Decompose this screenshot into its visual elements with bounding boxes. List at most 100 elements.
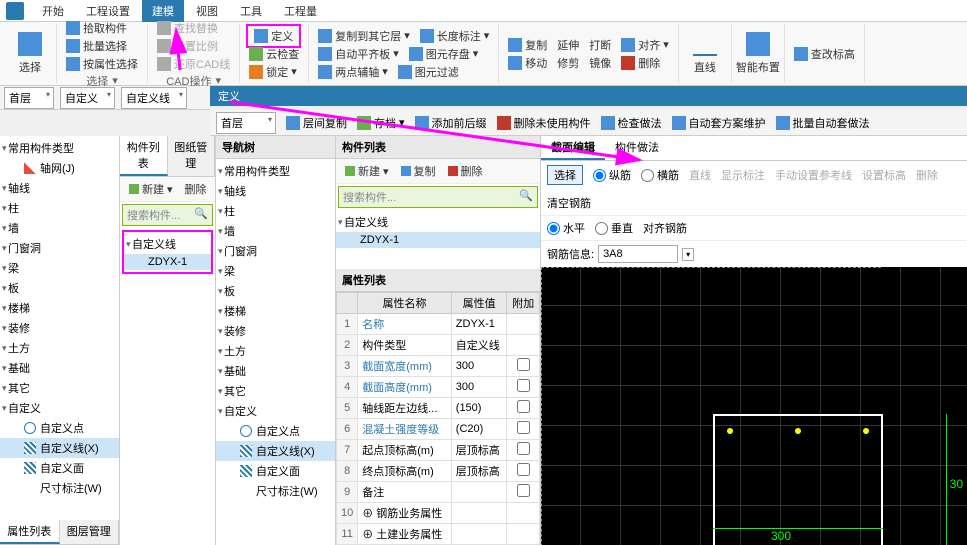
tab-layer-mgmt[interactable]: 图层管理 xyxy=(60,520,120,544)
property-row[interactable]: 7起点顶标高(m)层顶标高 xyxy=(337,440,540,461)
batch-select-button[interactable]: 批量选择 xyxy=(63,37,130,55)
def-floor-dropdown[interactable]: 首层 xyxy=(216,112,276,134)
tree-item[interactable]: ▾梁 xyxy=(0,258,119,278)
tree-header[interactable]: ▾常用构件类型 xyxy=(0,138,119,158)
search-input-small[interactable]: 搜索构件...🔍 xyxy=(122,204,213,226)
lock-button[interactable]: 锁定 ▾ xyxy=(246,63,300,81)
link-set-elev[interactable]: 设置标高 xyxy=(862,167,906,183)
radio-transverse[interactable]: 横筋 xyxy=(641,167,679,183)
property-row[interactable]: 11⊕ 土建业务属性 xyxy=(337,524,540,545)
link-clear-rebar[interactable]: 清空钢筋 xyxy=(547,195,591,211)
new-button[interactable]: 新建 ▾ xyxy=(126,180,176,198)
pick-component-button[interactable]: 拾取构件 xyxy=(63,19,130,37)
trim-button[interactable]: 修剪 xyxy=(554,54,582,72)
del-unused-button[interactable]: 删除未使用构件 xyxy=(497,115,591,131)
tree-item[interactable]: 轴网(J) xyxy=(0,158,119,178)
tree-item[interactable]: 自定义点 xyxy=(0,418,119,438)
restore-cad-button[interactable]: 还原CAD线 xyxy=(154,55,233,73)
property-row[interactable]: 10⊕ 钢筋业务属性 xyxy=(337,503,540,524)
tree-item[interactable]: ▾装修 xyxy=(0,318,119,338)
right-select-button[interactable]: 选择 xyxy=(547,165,583,185)
tree-item[interactable]: 自定义面 xyxy=(0,458,119,478)
mirror-button[interactable]: 镜像 xyxy=(586,54,614,72)
tree-item[interactable]: ▾常用构件类型 xyxy=(216,161,335,181)
tree-item[interactable]: 自定义线(X) xyxy=(0,438,119,458)
complist-copy-button[interactable]: 复制 xyxy=(398,162,439,180)
category-dropdown[interactable]: 自定义 xyxy=(60,87,115,109)
tree-item[interactable]: ▾土方 xyxy=(0,338,119,358)
batch-auto-button[interactable]: 批量自动套做法 xyxy=(776,115,870,131)
break-button[interactable]: 打断 xyxy=(586,36,614,54)
tree-item[interactable]: ▾板 xyxy=(0,278,119,298)
tree-item[interactable]: ▾楼梯 xyxy=(0,298,119,318)
complist-group[interactable]: ▾自定义线 xyxy=(336,212,540,232)
property-row[interactable]: 9备注 xyxy=(337,482,540,503)
radio-longitudinal[interactable]: 纵筋 xyxy=(593,167,631,183)
tab-tools[interactable]: 工具 xyxy=(230,0,272,22)
subtype-dropdown[interactable]: 自定义线 xyxy=(121,87,187,109)
tree-item[interactable]: ▾自定义 xyxy=(216,401,335,421)
tree-item[interactable]: ▾土方 xyxy=(216,341,335,361)
property-row[interactable]: 6混凝土强度等级(C20) xyxy=(337,419,540,440)
tree-item[interactable]: ▾墙 xyxy=(216,221,335,241)
auto-plan-button[interactable]: 自动套方案维护 xyxy=(672,115,766,131)
check-elevation-button[interactable]: 查改标高 xyxy=(791,45,858,63)
property-row[interactable]: 4截面高度(mm)300 xyxy=(337,377,540,398)
link-manual-ref[interactable]: 手动设置参考线 xyxy=(775,167,852,183)
tab-section-edit[interactable]: 截面编辑 xyxy=(541,136,605,160)
tree-item[interactable]: ▾梁 xyxy=(216,261,335,281)
tree-item[interactable]: ▾轴线 xyxy=(0,178,119,198)
tree-item[interactable]: ▾其它 xyxy=(0,378,119,398)
tree-item[interactable]: 自定义线(X) xyxy=(216,441,335,461)
tab-component-method[interactable]: 构件做法 xyxy=(605,136,669,160)
rebar-info-input[interactable] xyxy=(598,245,678,263)
tab-prop-list[interactable]: 属性列表 xyxy=(0,520,60,544)
property-row[interactable]: 3截面宽度(mm)300 xyxy=(337,356,540,377)
del-button[interactable]: 删除 xyxy=(182,180,210,198)
tree-item[interactable]: ▾柱 xyxy=(0,198,119,218)
tree-item[interactable]: ▾基础 xyxy=(0,358,119,378)
tree-item[interactable]: 尺寸标注(W) xyxy=(216,481,335,501)
copy-other-layer-button[interactable]: 复制到其它层 ▾ xyxy=(315,27,413,45)
complist-item-zdyx1[interactable]: ZDYX-1 xyxy=(336,232,540,248)
copy-button[interactable]: 复制 xyxy=(505,36,550,54)
elem-filter-button[interactable]: 图元过滤 xyxy=(395,63,462,81)
rebar-dropdown-icon[interactable]: ▾ xyxy=(682,248,694,261)
floor-dropdown[interactable]: 首层 xyxy=(4,87,54,109)
select-button[interactable]: 选择 xyxy=(10,31,50,76)
radio-vertical[interactable]: 垂直 xyxy=(595,220,633,236)
property-row[interactable]: 1名称ZDYX-1 xyxy=(337,314,540,335)
smart-layout-button[interactable]: 智能布置 xyxy=(738,31,778,76)
tab-quantity[interactable]: 工程量 xyxy=(274,0,327,22)
tree-item[interactable]: ▾自定义 xyxy=(0,398,119,418)
elem-save-button[interactable]: 图元存盘 ▾ xyxy=(406,45,482,63)
property-row[interactable]: 5轴线距左边线...(150) xyxy=(337,398,540,419)
two-point-aux-button[interactable]: 两点辅轴 ▾ xyxy=(315,63,391,81)
move-button[interactable]: 移动 xyxy=(505,54,550,72)
radio-horizontal[interactable]: 水平 xyxy=(547,220,585,236)
delete-button[interactable]: 删除 xyxy=(618,54,663,72)
attr-select-button[interactable]: 按属性选择 xyxy=(63,55,141,73)
extend-button[interactable]: 延伸 xyxy=(554,36,582,54)
link-line[interactable]: 直线 xyxy=(689,167,711,183)
complist-new-button[interactable]: 新建 ▾ xyxy=(342,162,392,180)
tree-item[interactable]: ▾基础 xyxy=(216,361,335,381)
group-custom-line[interactable]: ▾自定义线 xyxy=(124,234,211,254)
line-button[interactable]: 直线 xyxy=(685,31,725,76)
set-scale-button[interactable]: 设置比例 xyxy=(154,37,221,55)
tree-item[interactable]: ▾门窗洞 xyxy=(216,241,335,261)
link-show-dim[interactable]: 显示标注 xyxy=(721,167,765,183)
find-replace-button[interactable]: 查找替换 xyxy=(154,19,221,37)
align-rebar-button[interactable]: 对齐钢筋 xyxy=(643,220,687,236)
tree-item[interactable]: ▾轴线 xyxy=(216,181,335,201)
tree-item[interactable]: ▾柱 xyxy=(216,201,335,221)
link-delete[interactable]: 删除 xyxy=(916,167,938,183)
property-row[interactable]: 8终点顶标高(m)层顶标高 xyxy=(337,461,540,482)
tree-item[interactable]: ▾门窗洞 xyxy=(0,238,119,258)
tree-item[interactable]: ▾楼梯 xyxy=(216,301,335,321)
tree-item[interactable]: ▾板 xyxy=(216,281,335,301)
cloud-check-button[interactable]: 云检查 xyxy=(246,45,302,63)
tree-item[interactable]: ▾装修 xyxy=(216,321,335,341)
tree-item[interactable]: ▾墙 xyxy=(0,218,119,238)
tab-drawing-mgmt[interactable]: 图纸管理 xyxy=(168,136,216,176)
